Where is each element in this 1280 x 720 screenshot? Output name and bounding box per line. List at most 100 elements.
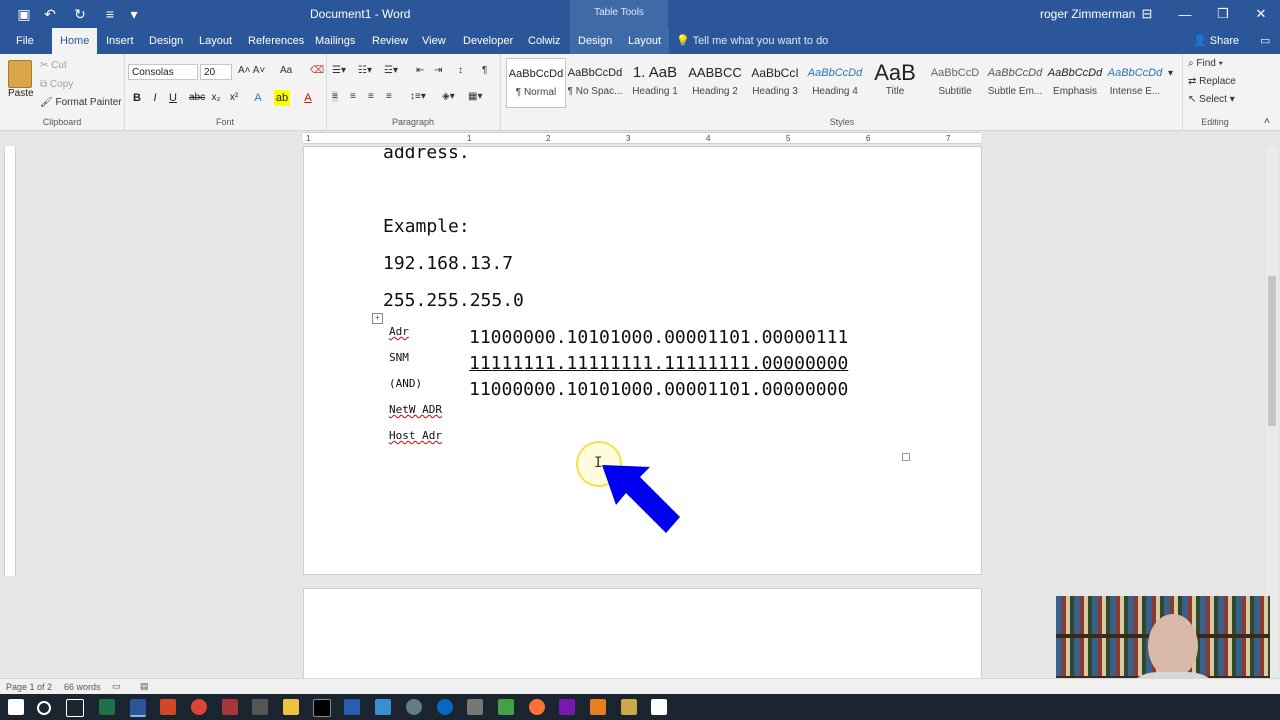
- tab-file[interactable]: File: [8, 28, 42, 54]
- binary-network-row[interactable]: 11000000.10101000.00001101.00000000: [469, 379, 848, 400]
- maximize-icon[interactable]: ❐: [1204, 0, 1242, 28]
- format-painter-button[interactable]: 🖌 Format Painter: [40, 97, 122, 108]
- chrome-icon[interactable]: [191, 699, 207, 715]
- text-effects-icon[interactable]: A: [250, 90, 266, 106]
- table-move-handle-icon[interactable]: +: [372, 313, 383, 324]
- numbering-icon[interactable]: ☷▾: [358, 65, 372, 76]
- tab-review[interactable]: Review: [364, 28, 416, 54]
- clear-format-icon[interactable]: ⌫: [310, 65, 324, 76]
- grow-font-icon[interactable]: A˄ A˅: [238, 65, 265, 76]
- macro-record-icon[interactable]: ▤: [140, 681, 149, 692]
- utility-icon[interactable]: [406, 699, 422, 715]
- align-center-icon[interactable]: ≡: [350, 91, 356, 102]
- onenote-icon[interactable]: [559, 699, 575, 715]
- style-normal[interactable]: AaBbCcDd ¶ Normal: [506, 58, 566, 108]
- styles-more-icon[interactable]: ▾: [1168, 68, 1173, 79]
- tab-layout[interactable]: Layout: [191, 28, 240, 54]
- show-marks-icon[interactable]: ¶: [482, 65, 487, 76]
- file-explorer-icon[interactable]: [283, 699, 299, 715]
- tab-references[interactable]: References: [240, 28, 312, 54]
- subnet-mask[interactable]: 255.255.255.0: [383, 290, 524, 311]
- app-icon[interactable]: [498, 699, 514, 715]
- style-subtitle[interactable]: AaBbCcD Subtitle: [926, 58, 984, 106]
- tab-table-design[interactable]: Design: [570, 28, 621, 54]
- terminal-icon[interactable]: [313, 699, 331, 717]
- word-count[interactable]: 66 words: [64, 682, 101, 692]
- tab-mailings[interactable]: Mailings: [307, 28, 363, 54]
- example-label[interactable]: Example:: [383, 216, 470, 237]
- close-icon[interactable]: ✕: [1242, 0, 1280, 28]
- proofing-icon[interactable]: ▭: [112, 681, 121, 692]
- binary-address-row[interactable]: 11000000.10101000.00001101.00000111: [469, 327, 848, 348]
- bold-button[interactable]: B: [129, 90, 145, 106]
- share-button[interactable]: 👤 Share: [1193, 28, 1239, 54]
- style-heading-2[interactable]: AABBCC Heading 2: [686, 58, 744, 106]
- find-button[interactable]: ⌕ Find ▾: [1188, 58, 1223, 69]
- table-label-and[interactable]: (AND): [389, 377, 422, 390]
- multilevel-list-icon[interactable]: ☲▾: [384, 65, 398, 76]
- search-tool-icon[interactable]: [590, 699, 606, 715]
- firefox-icon[interactable]: [529, 699, 545, 715]
- remote-desktop-icon[interactable]: [344, 699, 360, 715]
- horizontal-ruler[interactable]: 1 1 2 3 4 5 6 7: [303, 132, 981, 144]
- style-title[interactable]: AaB Title: [866, 58, 924, 106]
- table-label-snm[interactable]: SNM: [389, 351, 409, 364]
- increase-indent-icon[interactable]: ⇥: [434, 65, 442, 76]
- cortana-icon[interactable]: [37, 701, 51, 715]
- align-right-icon[interactable]: ≡: [368, 91, 374, 102]
- windows-start-icon[interactable]: [8, 699, 24, 715]
- style-intense-emphasis[interactable]: AaBbCcDd Intense E...: [1106, 58, 1164, 106]
- task-view-icon[interactable]: [66, 699, 84, 717]
- undo-icon[interactable]: ↶: [36, 0, 64, 28]
- network-tool-icon[interactable]: [375, 699, 391, 715]
- settings-icon[interactable]: [467, 699, 483, 715]
- bullets-icon[interactable]: ☰▾: [332, 65, 346, 76]
- powerpoint-icon[interactable]: [160, 699, 176, 715]
- collapse-ribbon-icon[interactable]: ˄: [1264, 116, 1270, 127]
- cut-button[interactable]: ✂ Cut: [40, 60, 67, 71]
- shading-icon[interactable]: ◈▾: [442, 91, 455, 102]
- borders-icon[interactable]: ▦▾: [468, 91, 482, 102]
- user-name[interactable]: roger Zimmerman: [1040, 7, 1135, 21]
- font-name-field[interactable]: Consolas: [128, 64, 198, 80]
- notepad-icon[interactable]: [651, 699, 667, 715]
- tab-view[interactable]: View: [414, 28, 454, 54]
- ip-address[interactable]: 192.168.13.7: [383, 253, 513, 274]
- style-heading-3[interactable]: AaBbCcI Heading 3: [746, 58, 804, 106]
- copy-button[interactable]: ⧉ Copy: [40, 79, 73, 90]
- paste-icon[interactable]: [8, 60, 32, 88]
- excel-icon[interactable]: [99, 699, 115, 715]
- subscript-button[interactable]: x₂: [208, 90, 224, 106]
- ribbon-display-icon[interactable]: ⊟: [1128, 0, 1166, 28]
- tell-me-search[interactable]: 💡 Tell me what you want to do: [676, 28, 828, 54]
- table-resize-handle[interactable]: [902, 453, 910, 461]
- decrease-indent-icon[interactable]: ⇤: [416, 65, 424, 76]
- comments-icon[interactable]: ▭: [1252, 28, 1278, 54]
- quick-access-dropdown-icon[interactable]: ▾: [120, 0, 148, 28]
- tab-insert[interactable]: Insert: [98, 28, 142, 54]
- tab-colwiz[interactable]: Colwiz: [520, 28, 568, 54]
- calculator-icon[interactable]: [252, 699, 268, 715]
- style-subtle-emphasis[interactable]: AaBbCcDd Subtle Em...: [986, 58, 1044, 106]
- table-label-adr[interactable]: Adr: [389, 325, 409, 338]
- paste-button[interactable]: Paste: [8, 88, 34, 99]
- italic-button[interactable]: I: [147, 90, 163, 106]
- underline-button[interactable]: U: [165, 90, 181, 106]
- page-count[interactable]: Page 1 of 2: [6, 682, 52, 692]
- media-icon[interactable]: [437, 699, 453, 715]
- select-button[interactable]: ↖ Select ▾: [1188, 94, 1235, 105]
- change-case-icon[interactable]: Aa: [280, 65, 292, 76]
- redo-icon[interactable]: ↻: [66, 0, 94, 28]
- paragraph-cut-line[interactable]: address.: [383, 147, 470, 163]
- align-left-icon[interactable]: ≡: [332, 91, 338, 102]
- highlight-icon[interactable]: ab: [274, 90, 290, 106]
- superscript-button[interactable]: x²: [226, 90, 242, 106]
- vertical-ruler[interactable]: [4, 146, 16, 576]
- style-heading-1[interactable]: 1. AaB Heading 1: [626, 58, 684, 106]
- scrollbar-thumb[interactable]: [1268, 276, 1276, 426]
- access-icon[interactable]: [222, 699, 238, 715]
- tab-table-layout[interactable]: Layout: [620, 28, 670, 54]
- font-size-field[interactable]: 20: [200, 64, 232, 80]
- word-icon[interactable]: [130, 699, 146, 717]
- tab-home[interactable]: Home: [52, 28, 98, 54]
